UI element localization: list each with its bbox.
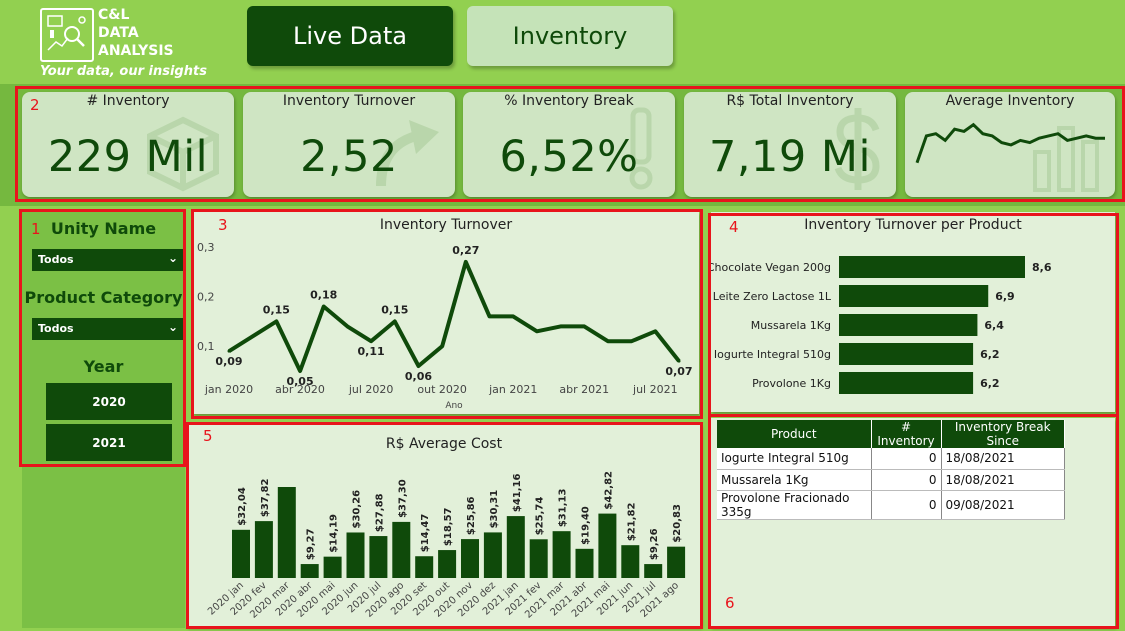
highlight-box-1 xyxy=(19,209,186,467)
highlight-box-5 xyxy=(186,422,703,629)
company-logo: C&L DATA ANALYSIS Your data, our insight… xyxy=(38,6,207,84)
section-number-6: 6 xyxy=(725,594,735,612)
highlight-box-4 xyxy=(708,213,1119,417)
section-number-1: 1 xyxy=(31,220,41,238)
section-number-2: 2 xyxy=(30,96,40,114)
live-data-button[interactable]: Live Data xyxy=(247,6,453,66)
section-number-3: 3 xyxy=(218,216,228,234)
logo-name: C&L DATA ANALYSIS xyxy=(98,7,174,59)
highlight-box-6 xyxy=(708,414,1119,629)
analytics-logo-icon xyxy=(40,8,94,62)
section-number-5: 5 xyxy=(203,427,213,445)
inventory-button[interactable]: Inventory xyxy=(467,6,673,66)
highlight-box-2 xyxy=(15,86,1125,202)
section-number-4: 4 xyxy=(729,218,739,236)
highlight-box-3 xyxy=(191,209,703,419)
logo-tagline: Your data, our insights xyxy=(40,64,207,79)
